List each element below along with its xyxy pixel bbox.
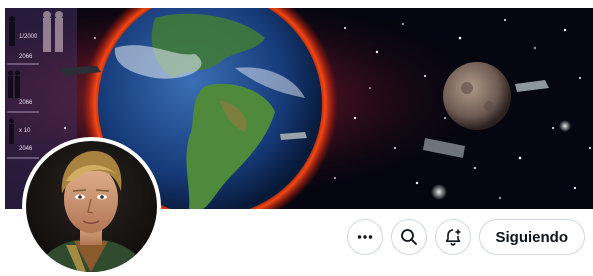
banner-label: 1/2000 <box>19 34 38 40</box>
banner-label: 2066 <box>19 100 33 106</box>
banner-label: x 10 <box>19 128 31 134</box>
profile-header: 1/2000 2066 2066 x 10 2046 Siguiendo <box>0 0 593 276</box>
notifications-button[interactable] <box>434 219 471 255</box>
banner-label: 2066 <box>19 54 33 60</box>
avatar-image <box>26 141 157 272</box>
avatar[interactable] <box>22 137 161 276</box>
search-icon <box>400 229 417 245</box>
following-button[interactable]: Siguiendo <box>478 219 585 255</box>
search-button[interactable] <box>390 219 427 255</box>
banner-label: 2046 <box>19 146 33 152</box>
more-button[interactable] <box>346 219 383 255</box>
bell-plus-icon <box>445 229 460 246</box>
more-horizontal-icon <box>357 235 372 239</box>
profile-actions: Siguiendo <box>346 217 585 257</box>
